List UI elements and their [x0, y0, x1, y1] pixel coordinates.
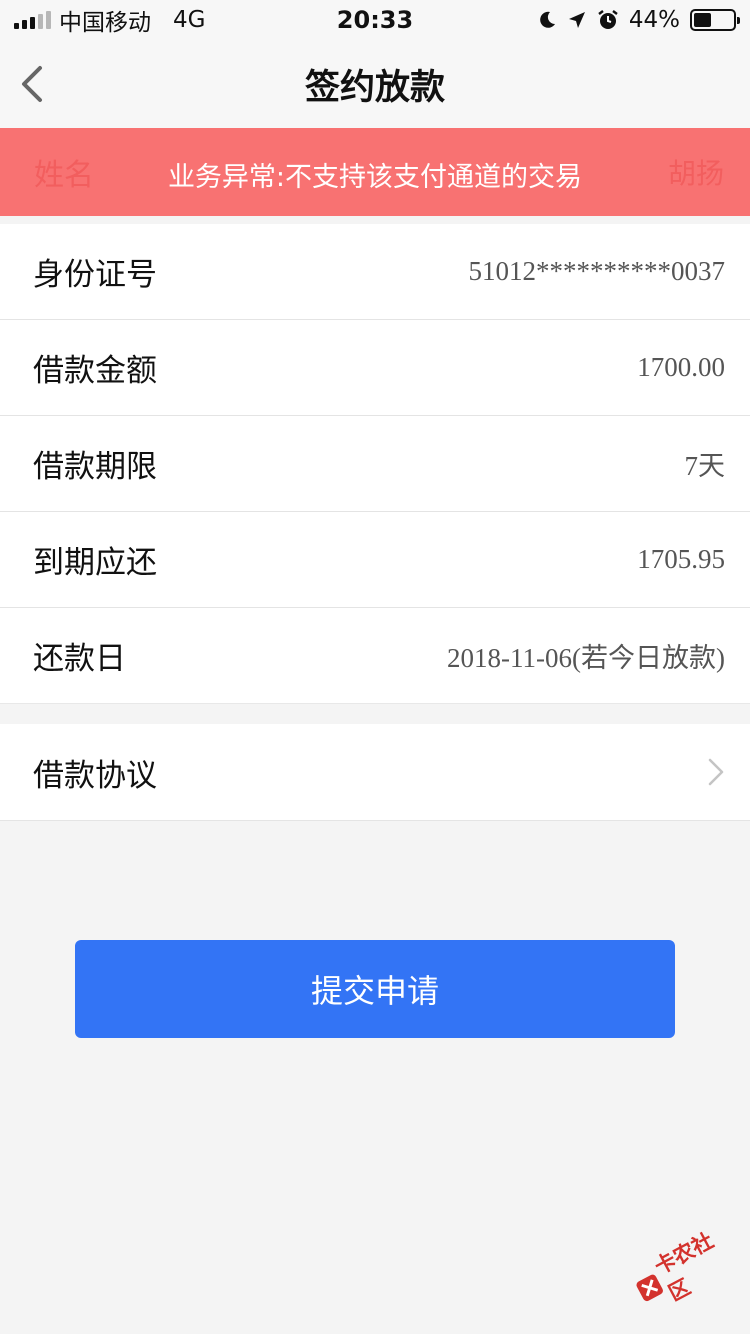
battery-icon	[690, 9, 740, 31]
signal-icon	[14, 11, 51, 29]
row-label: 身份证号	[33, 257, 157, 293]
error-message: 业务异常:不支持该支付通道的交易	[167, 162, 583, 193]
page-title: 签约放款	[304, 67, 445, 108]
row-value: 1705.95	[637, 544, 725, 574]
chevron-left-icon[interactable]	[18, 62, 58, 106]
nav-bar: 签约放款	[0, 40, 750, 128]
row-value: 51012**********0037	[468, 256, 726, 286]
submit-button[interactable]: 提交申请	[75, 940, 675, 1038]
row-label: 到期应还	[33, 545, 157, 581]
battery-fill	[694, 13, 711, 27]
row-label: 借款金额	[33, 353, 157, 389]
status-bar: 中国移动 4G 20:33 44%	[0, 0, 750, 40]
alarm-icon	[598, 10, 618, 29]
location-arrow-icon	[568, 12, 585, 28]
list-item: 借款金额 1700.00	[0, 320, 750, 416]
battery-percent: 44%	[628, 7, 680, 33]
status-right: 44%	[496, 7, 740, 33]
banner-ghost-right: 胡扬	[667, 157, 724, 190]
list-item: 到期应还 1705.95	[0, 512, 750, 608]
watermark-logo: 卡农社区	[620, 1207, 750, 1329]
row-label: 借款期限	[33, 449, 157, 485]
error-banner: 姓名 业务异常:不支持该支付通道的交易 胡扬	[0, 128, 750, 216]
loan-agreement-link[interactable]: 借款协议	[0, 724, 750, 820]
network-type: 4G	[173, 7, 206, 33]
row-value: 7天	[684, 451, 726, 481]
status-left: 中国移动 4G	[14, 3, 254, 37]
moon-icon	[540, 11, 555, 28]
carrier-name: 中国移动	[59, 10, 151, 36]
agreement-label: 借款协议	[33, 757, 157, 794]
list-item: 借款期限 7天	[0, 416, 750, 512]
loan-detail-list: 身份证号 51012**********0037 借款金额 1700.00 借款…	[0, 224, 750, 704]
chevron-right-icon	[708, 758, 724, 786]
row-label: 还款日	[33, 641, 126, 677]
row-value: 2018-11-06(若今日放款)	[447, 643, 725, 673]
row-value: 1700.00	[637, 352, 725, 382]
list-item: 身份证号 51012**********0037	[0, 224, 750, 320]
list-item: 还款日 2018-11-06(若今日放款)	[0, 608, 750, 704]
agreement-section: 借款协议	[0, 724, 750, 821]
